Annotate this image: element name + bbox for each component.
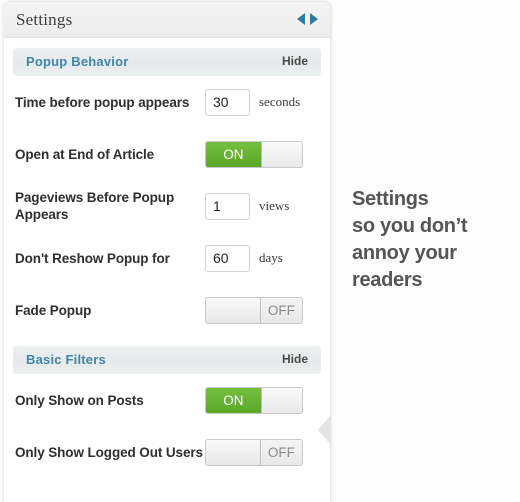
triangle-left-collapse-icon[interactable] xyxy=(318,415,331,445)
page-title: Settings xyxy=(16,10,73,29)
unit-label: days xyxy=(259,250,283,265)
row-label: Time before popup appears xyxy=(15,94,190,110)
settings-panel: Settings Popup Behavior Hide Time before… xyxy=(4,2,330,502)
caption-text: Settings so you don’t annoy your readers xyxy=(352,186,512,294)
row-label: Only Show on Posts xyxy=(15,392,144,408)
row-label: Open at End of Article xyxy=(15,146,155,162)
row-fade-popup: Fade Popup OFF xyxy=(4,284,330,336)
triangle-left-icon[interactable] xyxy=(297,13,305,25)
unit-label: seconds xyxy=(259,94,301,109)
row-label: Pageviews Before Popup Appears xyxy=(15,190,175,222)
row-only-show-on-posts: Only Show on Posts ON xyxy=(4,374,330,426)
time-before-popup-input[interactable] xyxy=(205,88,250,116)
row-control: seconds xyxy=(205,88,319,116)
row-label: Fade Popup xyxy=(15,302,92,318)
fade-popup-toggle[interactable]: OFF xyxy=(205,296,303,324)
row-control: ON xyxy=(205,140,319,168)
only-show-on-posts-toggle[interactable]: ON xyxy=(205,386,303,414)
caption-line-2: so you don’t xyxy=(352,215,468,237)
panel-titlebar: Settings xyxy=(4,2,330,38)
row-time-before-popup: Time before popup appears seconds xyxy=(4,76,330,128)
row-pageviews-before-popup: Pageviews Before Popup Appears views xyxy=(4,180,330,232)
open-at-end-of-article-toggle[interactable]: ON xyxy=(205,140,303,168)
row-label: Only Show Logged Out Users xyxy=(15,444,203,460)
section-header-popup-behavior[interactable]: Popup Behavior Hide xyxy=(13,47,321,76)
caption-line-4: readers xyxy=(352,269,423,291)
dont-reshow-popup-input[interactable] xyxy=(205,244,250,272)
row-dont-reshow-popup: Don't Reshow Popup for days xyxy=(4,232,330,284)
row-open-at-end-of-article: Open at End of Article ON xyxy=(4,128,330,180)
section-hide-button[interactable]: Hide xyxy=(282,352,308,366)
row-control: ON xyxy=(205,386,319,414)
toggle-state-label: ON xyxy=(223,146,244,162)
triangle-right-icon[interactable] xyxy=(310,13,318,25)
toggle-handle xyxy=(260,387,302,413)
screenshot-root: Settings Popup Behavior Hide Time before… xyxy=(0,0,520,502)
panel-body: Popup Behavior Hide Time before popup ap… xyxy=(4,47,330,478)
pageviews-before-popup-input[interactable] xyxy=(205,192,250,220)
section-header-basic-filters[interactable]: Basic Filters Hide xyxy=(13,345,321,374)
section-title: Basic Filters xyxy=(26,352,106,367)
toggle-state-label: OFF xyxy=(267,302,295,318)
section-hide-button[interactable]: Hide xyxy=(282,54,308,68)
row-control: OFF xyxy=(205,438,319,466)
row-control: views xyxy=(205,192,319,220)
nav-arrows xyxy=(297,13,318,25)
toggle-state-label: ON xyxy=(223,392,244,408)
caption-line-1: Settings xyxy=(352,188,429,210)
toggle-state-label: OFF xyxy=(267,444,295,460)
unit-label: views xyxy=(259,198,290,213)
section-title: Popup Behavior xyxy=(26,54,129,69)
toggle-handle xyxy=(260,141,302,167)
only-show-logged-out-users-toggle[interactable]: OFF xyxy=(205,438,303,466)
row-control: days xyxy=(205,244,319,272)
row-control: OFF xyxy=(205,296,319,324)
toggle-handle xyxy=(206,439,261,465)
row-only-show-logged-out-users: Only Show Logged Out Users OFF xyxy=(4,426,330,478)
caption-line-3: annoy your xyxy=(352,242,457,264)
toggle-handle xyxy=(206,297,261,323)
row-label: Don't Reshow Popup for xyxy=(15,250,170,266)
